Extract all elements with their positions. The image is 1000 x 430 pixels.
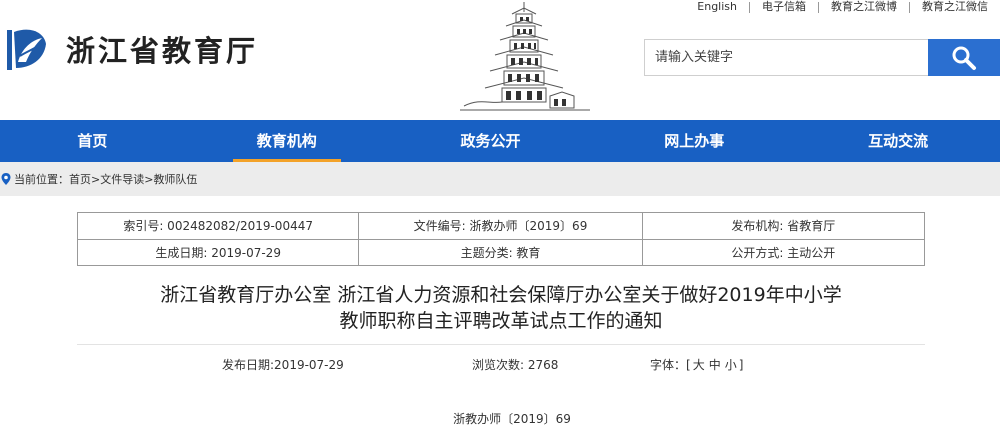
nav-item-interaction[interactable]: 互动交流	[796, 120, 1000, 162]
document-number-line: 浙教办师〔2019〕69	[453, 412, 571, 426]
search-input[interactable]	[644, 39, 928, 76]
font-size-large[interactable]: 大	[693, 358, 705, 372]
magnifier-icon	[952, 46, 976, 70]
breadcrumb-separator: >	[144, 172, 154, 186]
wechat-link[interactable]: 教育之江微信	[910, 0, 1000, 14]
site-name: 浙江省教育厅	[66, 34, 259, 68]
article-title-line: 教师职称自主评聘改革试点工作的通知	[339, 310, 663, 332]
top-links: English 电子信箱 教育之江微博 教育之江微信	[685, 0, 1000, 14]
search-bar	[644, 39, 1000, 76]
issuing-agency: 发布机构: 省教育厅	[731, 219, 836, 233]
main-nav: 首页 教育机构 政务公开 网上办事 互动交流	[0, 120, 1000, 162]
view-count: 浏览次数: 2768	[472, 358, 559, 372]
index-number: 索引号: 002482082/2019-00447	[78, 213, 360, 239]
breadcrumb-separator: >	[91, 172, 101, 186]
divider	[77, 344, 925, 345]
table-row: 索引号: 002482082/2019-00447 文件编号: 浙教办师〔201…	[78, 213, 924, 239]
article-title-line: 浙江省教育厅办公室 浙江省人力资源和社会保障厅办公室关于做好2019年中小学	[160, 284, 842, 306]
email-link[interactable]: 电子信箱	[750, 0, 818, 14]
document-meta-table: 索引号: 002482082/2019-00447 文件编号: 浙教办师〔201…	[77, 212, 925, 266]
nav-item-government-affairs[interactable]: 政务公开	[389, 120, 593, 162]
font-size-medium[interactable]: 中	[709, 358, 721, 372]
font-size-close: ]	[738, 358, 744, 372]
nav-item-home[interactable]: 首页	[0, 120, 185, 162]
english-link[interactable]: English	[685, 0, 749, 14]
nav-item-institutions[interactable]: 教育机构	[185, 120, 389, 162]
breadcrumb-label: 当前位置：	[14, 173, 69, 186]
search-button[interactable]	[928, 39, 1000, 76]
location-pin-icon	[1, 173, 11, 185]
font-size-label: 字体：[	[650, 358, 691, 372]
weibo-link[interactable]: 教育之江微博	[819, 0, 909, 14]
disclosure-method: 公开方式: 主动公开	[731, 246, 836, 260]
topic-category: 主题分类: 教育	[359, 240, 643, 266]
document-number: 文件编号: 浙教办师〔2019〕69	[359, 213, 643, 239]
breadcrumb-home[interactable]: 首页	[69, 171, 91, 187]
breadcrumb-teachers[interactable]: 教师队伍	[153, 171, 197, 187]
breadcrumb-documents[interactable]: 文件导读	[100, 171, 144, 187]
nav-item-online-services[interactable]: 网上办事	[592, 120, 796, 162]
table-row: 生成日期: 2019-07-29 主题分类: 教育 公开方式: 主动公开	[78, 239, 924, 266]
zhejiang-education-logo-icon	[7, 29, 46, 70]
font-size-small[interactable]: 小	[725, 358, 737, 372]
publish-date: 发布日期:2019-07-29	[222, 358, 344, 372]
site-logo[interactable]: 浙江省教育厅	[4, 22, 258, 76]
article-title: 浙江省教育厅办公室 浙江省人力资源和社会保障厅办公室关于做好2019年中小学 教…	[77, 282, 925, 334]
pagoda-illustration-icon	[460, 2, 590, 111]
font-size-control: 字体：[大中小]	[650, 358, 743, 372]
breadcrumb: 当前位置： 首页 > 文件导读 > 教师队伍	[0, 162, 1000, 196]
creation-date: 生成日期: 2019-07-29	[78, 240, 360, 266]
